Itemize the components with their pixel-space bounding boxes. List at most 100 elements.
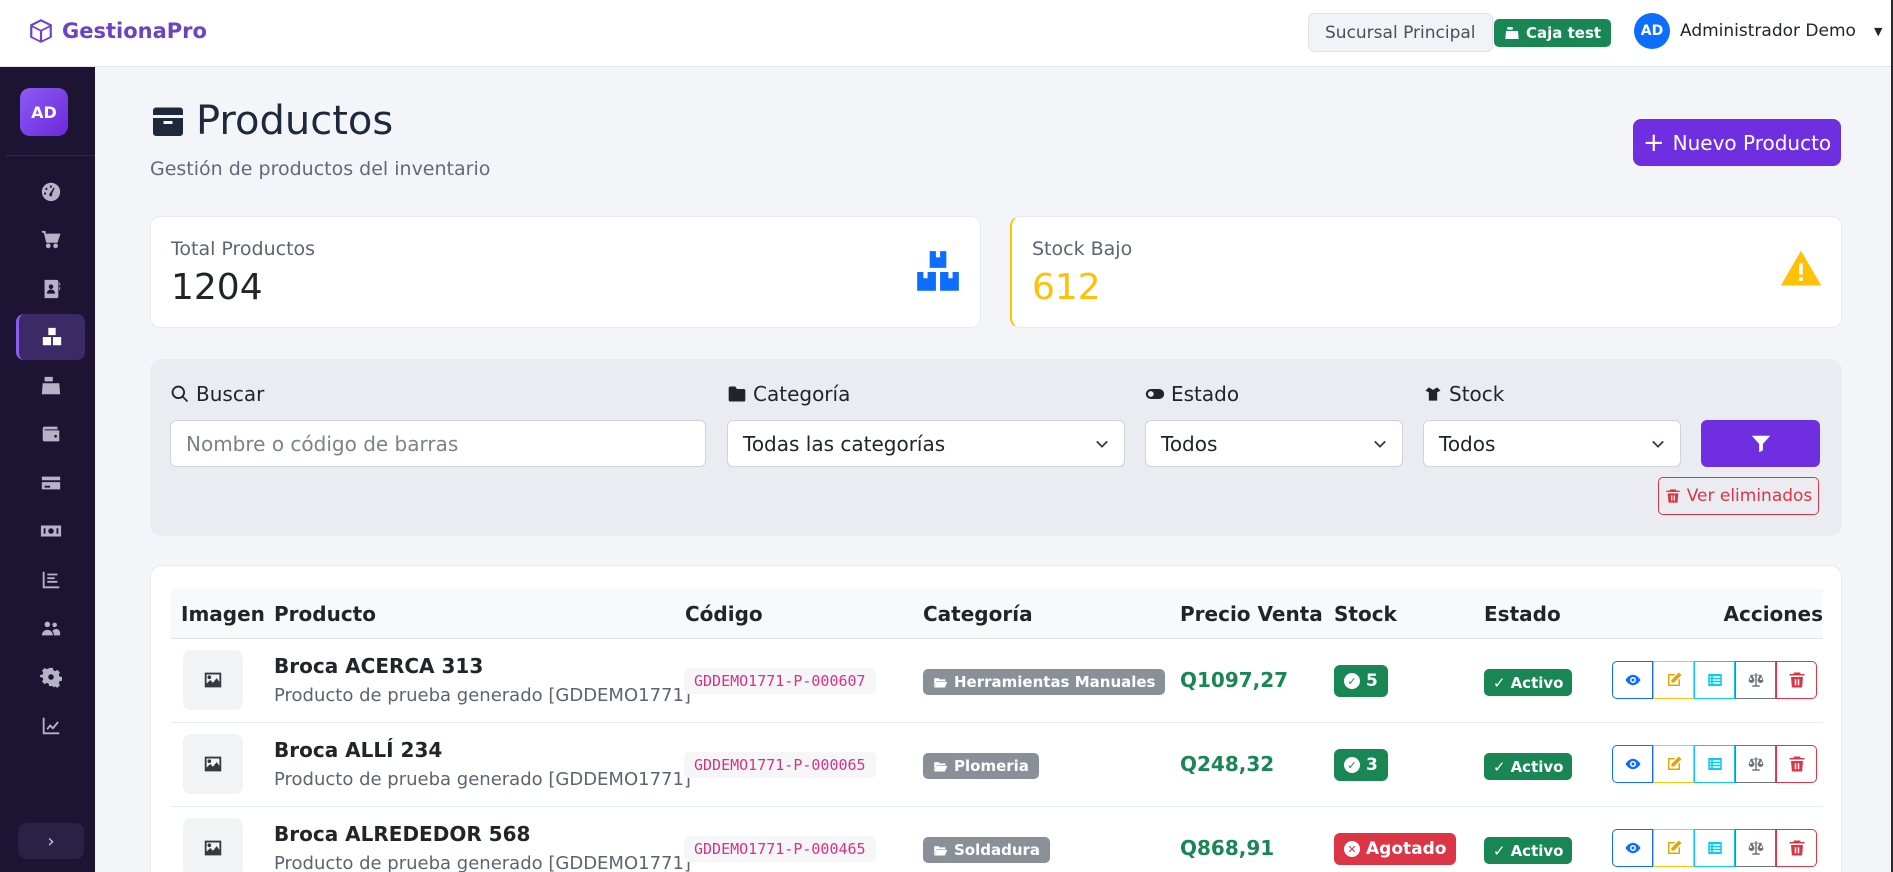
- stock-badge: ✓ 3: [1334, 749, 1388, 781]
- page-subtitle: Gestión de productos del inventario: [150, 158, 491, 180]
- trash-icon: [1666, 489, 1680, 503]
- sidebar-expand-button[interactable]: ›: [18, 823, 84, 859]
- column-header-image[interactable]: Imagen: [181, 602, 265, 626]
- category-badge-label: Plomeria: [954, 757, 1029, 775]
- sale-price: Q1097,27: [1180, 668, 1289, 692]
- column-header-category[interactable]: Categoría: [923, 602, 1033, 626]
- product-name[interactable]: Broca ACERCA 313: [274, 654, 483, 678]
- cube-icon: [30, 19, 52, 43]
- delete-button[interactable]: [1776, 745, 1817, 783]
- brand-logo[interactable]: GestionaPro: [28, 18, 207, 44]
- table-row[interactable]: Broca ALLÍ 234 Producto de prueba genera…: [171, 723, 1823, 807]
- category-badge: Herramientas Manuales: [923, 669, 1166, 695]
- total-products-label: Total Productos: [171, 238, 316, 260]
- table-row[interactable]: Broca ALREDEDOR 568 Producto de prueba g…: [171, 807, 1823, 872]
- folder-open-icon: [934, 677, 948, 687]
- branch-badge[interactable]: Sucursal Principal: [1308, 13, 1493, 52]
- sidebar-item-cash[interactable]: [16, 508, 85, 554]
- edit-button[interactable]: [1653, 745, 1694, 783]
- product-name[interactable]: Broca ALLÍ 234: [274, 738, 442, 762]
- column-header-product[interactable]: Producto: [274, 602, 376, 626]
- product-description: Producto de prueba generado [GDDEMO1771]: [274, 685, 691, 706]
- user-name: Administrador Demo: [1680, 21, 1856, 41]
- column-header-code[interactable]: Código: [685, 602, 763, 626]
- sidebar-item-wallet[interactable]: [16, 411, 85, 457]
- table-row[interactable]: Broca ACERCA 313 Producto de prueba gene…: [171, 639, 1823, 723]
- image-icon: [204, 672, 222, 688]
- new-product-button[interactable]: + Nuevo Producto: [1633, 119, 1841, 166]
- stock-label-text: Stock: [1449, 382, 1505, 406]
- brand-name: GestionaPro: [62, 19, 207, 43]
- status-select[interactable]: Todos: [1145, 420, 1403, 467]
- product-name[interactable]: Broca ALREDEDOR 568: [274, 822, 530, 846]
- top-navbar: GestionaPro Sucursal Principal Caja test…: [0, 0, 1893, 67]
- new-product-label: Nuevo Producto: [1672, 130, 1832, 155]
- view-button[interactable]: [1612, 829, 1653, 867]
- address-book-icon: [44, 279, 60, 299]
- delete-button[interactable]: [1776, 661, 1817, 699]
- user-menu[interactable]: AD Administrador Demo ▼: [1634, 13, 1882, 49]
- delete-button[interactable]: [1776, 829, 1817, 867]
- adjust-stock-button[interactable]: [1735, 829, 1776, 867]
- adjust-stock-button[interactable]: [1735, 661, 1776, 699]
- sidebar-avatar[interactable]: AD: [20, 88, 68, 136]
- edit-button[interactable]: [1653, 829, 1694, 867]
- view-deleted-label: Ver eliminados: [1686, 486, 1813, 506]
- chevron-down-icon: [1096, 440, 1108, 448]
- category-badge-label: Herramientas Manuales: [954, 673, 1156, 691]
- total-products-card: Total Productos 1204: [150, 216, 981, 328]
- edit-button[interactable]: [1653, 661, 1694, 699]
- sidebar-item-products[interactable]: [16, 314, 85, 360]
- list-chart-icon: [42, 571, 59, 589]
- sidebar-item-settings[interactable]: [16, 654, 85, 700]
- column-header-status[interactable]: Estado: [1484, 602, 1561, 626]
- view-deleted-button[interactable]: Ver eliminados: [1658, 477, 1819, 515]
- product-description: Producto de prueba generado [GDDEMO1771]: [274, 853, 691, 872]
- status-badge-label: Activo: [1510, 757, 1564, 776]
- sidebar-item-dashboard[interactable]: [16, 168, 85, 214]
- row-actions: [1612, 745, 1817, 783]
- toggle-icon: [1145, 389, 1165, 399]
- apply-filter-button[interactable]: [1701, 420, 1820, 467]
- view-button[interactable]: [1612, 745, 1653, 783]
- column-header-price[interactable]: Precio Venta: [1180, 602, 1323, 626]
- stock-select-value: Todos: [1439, 431, 1496, 456]
- details-button[interactable]: [1694, 745, 1735, 783]
- page-title-text: Productos: [196, 98, 394, 144]
- sidebar-item-payments[interactable]: [16, 460, 85, 506]
- sidebar-item-contacts[interactable]: [16, 266, 85, 312]
- details-button[interactable]: [1694, 829, 1735, 867]
- cash-register-badge[interactable]: Caja test: [1494, 19, 1612, 47]
- chevron-down-icon: [1652, 440, 1664, 448]
- products-table: Imagen Producto Código Categoría Precio …: [150, 565, 1842, 872]
- eye-icon: [1625, 842, 1640, 854]
- view-button[interactable]: [1612, 661, 1653, 699]
- folder-open-icon: [934, 845, 948, 855]
- sidebar-item-cashbox[interactable]: [16, 363, 85, 409]
- table-header: Imagen Producto Código Categoría Precio …: [171, 589, 1823, 639]
- column-header-stock[interactable]: Stock: [1334, 602, 1397, 626]
- product-thumbnail: [183, 734, 243, 794]
- credit-card-icon: [41, 476, 60, 490]
- search-label: Buscar: [170, 382, 264, 406]
- sidebar-item-users[interactable]: [16, 606, 85, 652]
- sidebar-item-analytics[interactable]: [16, 703, 85, 749]
- cash-register-icon: [41, 376, 60, 395]
- plus-icon: +: [1642, 127, 1665, 158]
- adjust-stock-button[interactable]: [1735, 745, 1776, 783]
- line-chart-icon: [42, 717, 59, 735]
- cash-register-icon: [1505, 27, 1519, 39]
- scale-icon: [1748, 673, 1763, 687]
- stock-select[interactable]: Todos: [1423, 420, 1681, 467]
- check-icon: ✓: [1493, 841, 1506, 860]
- cash-register-label: Caja test: [1526, 24, 1602, 42]
- category-select[interactable]: Todas las categorías: [727, 420, 1125, 467]
- filters-panel: Buscar Nombre o código de barras Categor…: [150, 359, 1842, 536]
- sidebar-item-reports[interactable]: [16, 557, 85, 603]
- cart-icon: [41, 230, 61, 249]
- search-input[interactable]: Nombre o código de barras: [170, 420, 706, 467]
- status-badge-label: Activo: [1510, 673, 1564, 692]
- details-button[interactable]: [1694, 661, 1735, 699]
- sidebar-item-sales[interactable]: [16, 217, 85, 263]
- check-icon: ✓: [1493, 673, 1506, 692]
